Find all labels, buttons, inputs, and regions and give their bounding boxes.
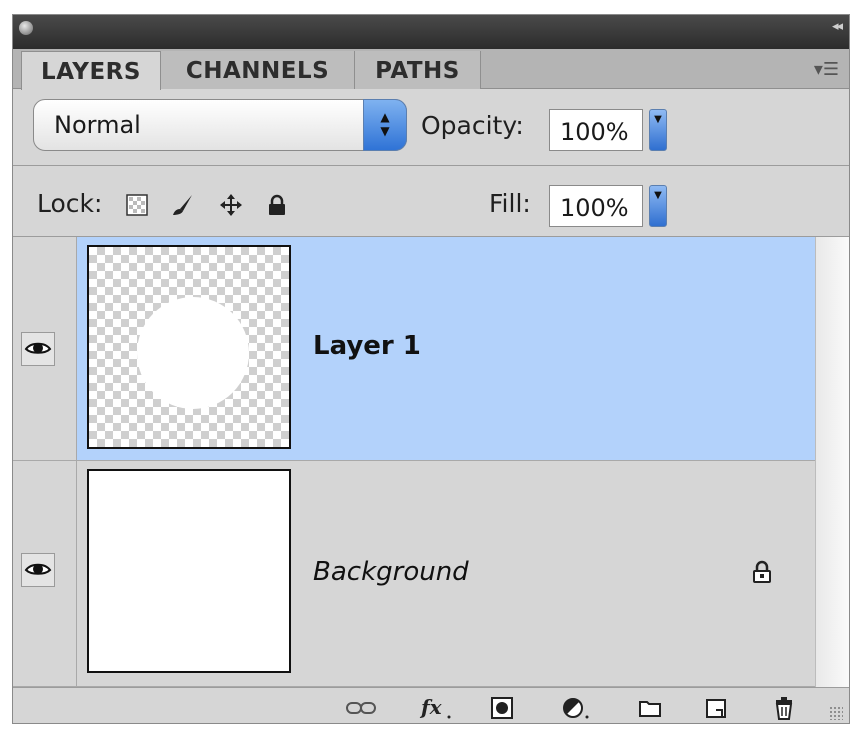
lock-transparent-pixels-icon[interactable] bbox=[125, 193, 149, 217]
visibility-cell bbox=[13, 237, 77, 460]
lock-all-icon[interactable] bbox=[265, 193, 289, 217]
visibility-toggle[interactable] bbox=[21, 553, 55, 587]
layer-thumbnail[interactable] bbox=[87, 469, 291, 673]
tab-layers[interactable]: LAYERS bbox=[21, 51, 161, 90]
panel-close-icon[interactable] bbox=[19, 21, 33, 35]
lock-label: Lock: bbox=[37, 189, 103, 218]
visibility-toggle[interactable] bbox=[21, 332, 55, 366]
new-layer-icon[interactable] bbox=[703, 696, 729, 720]
panel-tab-bar: LAYERS CHANNELS PATHS ▾☰ bbox=[13, 49, 849, 90]
blend-mode-value: Normal bbox=[54, 111, 141, 139]
panel-menu-icon[interactable]: ▾☰ bbox=[814, 59, 839, 80]
lock-position-icon[interactable] bbox=[219, 193, 243, 217]
opacity-dropdown-icon[interactable]: ▼ bbox=[649, 109, 667, 151]
layer-row-background[interactable]: Background bbox=[13, 461, 818, 687]
fill-label: Fill: bbox=[489, 189, 531, 218]
eye-icon bbox=[24, 563, 52, 575]
layers-toolbar: fx bbox=[13, 687, 849, 723]
new-group-folder-icon[interactable] bbox=[637, 696, 663, 720]
layer-name[interactable]: Layer 1 bbox=[313, 331, 421, 361]
divider bbox=[13, 165, 849, 166]
tab-paths[interactable]: PATHS bbox=[355, 51, 481, 89]
layer-name[interactable]: Background bbox=[313, 557, 469, 587]
collapse-panel-icon[interactable]: ◂◂ bbox=[832, 19, 843, 34]
opacity-label: Opacity: bbox=[421, 111, 524, 140]
thumbnail-white-circle bbox=[137, 297, 249, 409]
fill-field[interactable]: 100% bbox=[549, 185, 643, 227]
link-layers-icon[interactable] bbox=[345, 696, 377, 720]
layer-thumbnail[interactable] bbox=[87, 245, 291, 449]
adjustment-layer-icon[interactable] bbox=[561, 696, 591, 720]
layer-row-layer-1[interactable]: Layer 1 bbox=[13, 237, 818, 461]
blend-mode-stepper-icon[interactable]: ▲ ▼ bbox=[363, 99, 407, 151]
fill-dropdown-icon[interactable]: ▼ bbox=[649, 185, 667, 227]
tab-channels[interactable]: CHANNELS bbox=[161, 51, 355, 89]
visibility-cell bbox=[13, 461, 77, 686]
blend-mode-select[interactable]: Normal ▲ ▼ bbox=[33, 99, 407, 151]
layers-scrollbar[interactable] bbox=[815, 237, 849, 687]
svg-text:fx: fx bbox=[419, 696, 443, 719]
resize-grip-icon[interactable] bbox=[829, 706, 843, 720]
layers-panel: ◂◂ LAYERS CHANNELS PATHS ▾☰ Normal ▲ ▼ Op… bbox=[12, 14, 850, 724]
lock-image-pixels-icon[interactable] bbox=[171, 193, 195, 217]
panel-titlebar[interactable]: ◂◂ bbox=[13, 15, 849, 49]
layers-list: Layer 1 Background bbox=[13, 237, 818, 687]
eye-icon bbox=[24, 342, 52, 354]
trash-icon[interactable] bbox=[771, 696, 797, 720]
layer-style-fx-icon[interactable]: fx bbox=[419, 696, 453, 720]
opacity-field[interactable]: 100% bbox=[549, 109, 643, 151]
layer-locked-icon bbox=[753, 560, 771, 583]
add-mask-icon[interactable] bbox=[489, 696, 515, 720]
